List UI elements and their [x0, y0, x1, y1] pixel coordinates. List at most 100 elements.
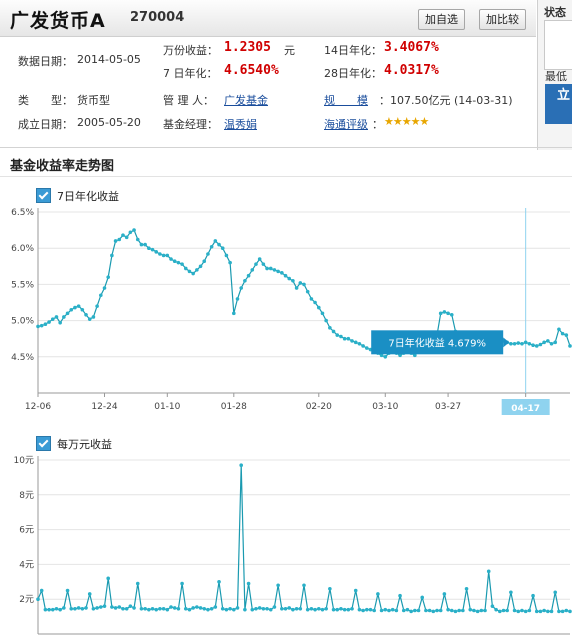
- data-point: [132, 606, 136, 610]
- data-point: [36, 597, 40, 601]
- data-point: [180, 581, 184, 586]
- data-point: [365, 346, 369, 350]
- data-point: [154, 607, 159, 612]
- haitong-rating-link[interactable]: 海通评级: [324, 116, 368, 132]
- data-point: [498, 609, 502, 614]
- data-point: [62, 606, 66, 610]
- data-point: [132, 228, 136, 232]
- data-point: [43, 322, 48, 327]
- data-point: [405, 607, 410, 612]
- data-point: [54, 315, 59, 319]
- per10k-value: 1.2305: [224, 40, 271, 55]
- fund-type-value: 货币型: [77, 94, 110, 107]
- data-point: [272, 605, 277, 609]
- data-point: [512, 608, 517, 613]
- data-point: [431, 609, 436, 614]
- data-point: [542, 340, 546, 345]
- data-point: [479, 608, 484, 613]
- add-to-compare-button[interactable]: 加比较: [479, 9, 526, 30]
- data-point: [449, 608, 454, 613]
- tooltip-arrow: [503, 337, 510, 348]
- data-point: [328, 326, 332, 330]
- data-point: [449, 313, 454, 317]
- data-point: [368, 607, 373, 612]
- data-point: [158, 252, 162, 256]
- data-point: [76, 304, 81, 308]
- data-point: [309, 297, 314, 301]
- data-point: [305, 607, 310, 612]
- data-point: [283, 606, 288, 611]
- per10k-income-chart[interactable]: 10元 8元 6元 4元 2元: [0, 452, 572, 638]
- data-point: [438, 311, 443, 316]
- annual-7d-value: 4.6540%: [224, 63, 279, 78]
- data-point: [161, 253, 166, 258]
- manager-company-link[interactable]: 广发基金: [224, 92, 268, 108]
- data-point: [250, 607, 255, 612]
- y-tick-label: 5.5%: [11, 280, 34, 290]
- data-point: [516, 341, 521, 345]
- y-tick-label: 6.0%: [11, 244, 34, 254]
- fund-name: 广发货币A: [10, 10, 106, 32]
- data-point: [324, 318, 328, 323]
- data-point: [195, 605, 199, 609]
- data-point: [298, 281, 303, 285]
- data-point: [195, 268, 199, 272]
- data-point: [87, 592, 92, 596]
- data-point: [527, 608, 532, 613]
- add-to-watchlist-button[interactable]: 加自选: [418, 9, 465, 30]
- status-panel: [544, 20, 572, 70]
- x-tick-label: 02-20: [306, 402, 332, 412]
- data-point: [394, 608, 399, 613]
- data-point: [520, 608, 524, 613]
- data-point: [342, 336, 347, 341]
- fund-manager-link[interactable]: 温秀娟: [224, 116, 257, 132]
- status-label: 状态: [544, 6, 566, 19]
- annual-28d-label: 28日年化：: [324, 67, 382, 80]
- data-point: [169, 257, 173, 261]
- fund-type-label: 类 型：: [18, 94, 73, 107]
- data-point: [390, 607, 395, 612]
- data-point: [187, 607, 192, 612]
- legend-per10k-income[interactable]: 每万元收益: [36, 436, 112, 452]
- data-point: [198, 264, 203, 269]
- data-point: [442, 310, 447, 314]
- data-point: [339, 606, 343, 611]
- data-point: [50, 607, 55, 612]
- data-point: [265, 606, 269, 611]
- data-point: [58, 320, 62, 325]
- data-point: [342, 607, 347, 612]
- legend-7d-annualized[interactable]: 7日年化收益: [36, 188, 119, 204]
- data-point: [475, 609, 480, 614]
- data-point: [217, 242, 221, 247]
- data-point: [376, 592, 380, 596]
- data-point: [302, 583, 306, 588]
- data-point: [206, 252, 210, 256]
- data-point: [117, 605, 122, 609]
- data-point: [523, 609, 528, 614]
- min-amount-label: 最低: [545, 70, 567, 83]
- data-point: [117, 237, 122, 242]
- data-point: [191, 271, 195, 276]
- checkbox-checked-icon[interactable]: [36, 188, 51, 203]
- annualized-yield-chart[interactable]: 6.5% 6.0% 5.5% 5.0% 4.5% 12-06 12-24 01-10 01-28…: [0, 206, 572, 424]
- fund-scale-link[interactable]: 规 模: [324, 92, 368, 108]
- data-date-value: 2014-05-05: [77, 53, 141, 66]
- data-point: [490, 604, 495, 608]
- data-point: [58, 607, 62, 612]
- x-tick-label: 01-28: [221, 402, 247, 412]
- data-point: [176, 260, 181, 265]
- buy-now-button[interactable]: 立 申: [545, 84, 572, 124]
- y-tick-label: 8元: [19, 491, 34, 501]
- data-point: [283, 273, 288, 278]
- data-point: [135, 237, 140, 242]
- fund-header: 广发货币A 270004 加自选 加比较: [0, 0, 536, 37]
- data-point: [387, 608, 391, 613]
- checkbox-checked-icon[interactable]: [36, 436, 51, 451]
- data-point: [534, 609, 539, 614]
- y-tick-label: 10元: [14, 456, 34, 466]
- tooltip-text: 7日年化收益 4.679%: [388, 336, 486, 349]
- data-point: [47, 320, 51, 324]
- data-point: [220, 246, 225, 250]
- data-point: [538, 342, 543, 347]
- data-point: [206, 607, 210, 612]
